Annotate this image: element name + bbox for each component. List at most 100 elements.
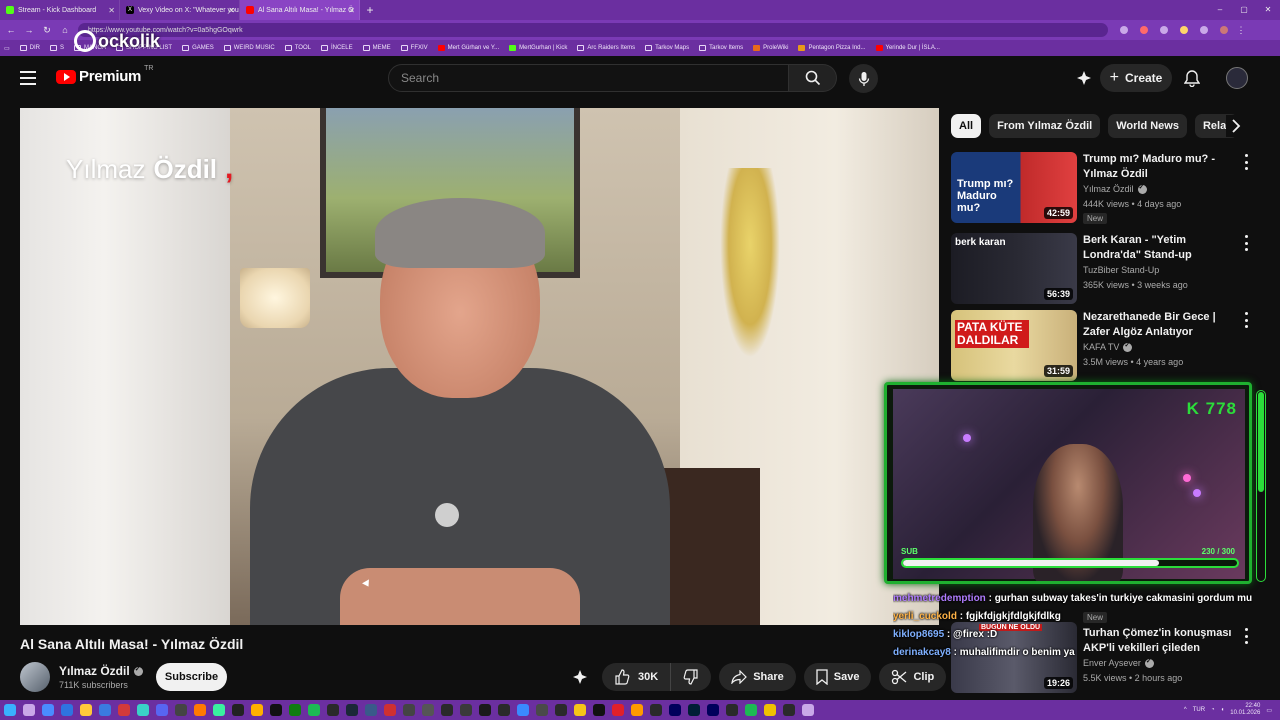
bookmark[interactable]: Pentagon Pizza Ind...	[798, 45, 866, 51]
app-icon[interactable]	[707, 704, 719, 716]
app-icon[interactable]	[441, 704, 453, 716]
folder-icon[interactable]	[80, 704, 92, 716]
browser-tab-kick[interactable]: Stream - Kick Dashboard ✕	[0, 0, 120, 20]
chevron-right-icon[interactable]	[1226, 115, 1246, 137]
app-icon[interactable]	[593, 704, 605, 716]
search-icon[interactable]	[23, 704, 35, 716]
channel-avatar[interactable]	[20, 662, 50, 692]
spotify-icon[interactable]	[308, 704, 320, 716]
app-icon[interactable]	[783, 704, 795, 716]
minimize-button[interactable]: –	[1208, 0, 1232, 20]
app-icon[interactable]	[232, 704, 244, 716]
bookmark[interactable]: Arc Raiders Items	[577, 45, 635, 51]
save-button[interactable]: Save	[803, 663, 872, 691]
create-button[interactable]: + Create	[1100, 64, 1172, 92]
app-icon[interactable]	[612, 704, 624, 716]
bookmark[interactable]: MertGurhan | Kick	[509, 45, 567, 51]
bookmark[interactable]: Yerinde Dur | İSLA...	[875, 45, 940, 51]
chip-from-channel[interactable]: From Yılmaz Özdil	[989, 114, 1101, 138]
bookmark[interactable]: TOOL	[284, 45, 311, 51]
app-icon[interactable]	[688, 704, 700, 716]
recommendation-item[interactable]: berk karan 56:39 Berk Karan - "Yetim Lon…	[951, 233, 1251, 305]
video-thumbnail[interactable]: berk karan 56:39	[951, 233, 1077, 304]
app-icon[interactable]	[175, 704, 187, 716]
menu-icon[interactable]: ⋮	[1236, 25, 1246, 36]
close-window-button[interactable]: ✕	[1256, 0, 1280, 20]
app-icon[interactable]	[384, 704, 396, 716]
app-icon[interactable]	[726, 704, 738, 716]
more-options-icon[interactable]	[1243, 312, 1249, 328]
search-input[interactable]	[401, 65, 771, 91]
bookmark[interactable]: MEME	[362, 45, 391, 51]
app-icon[interactable]	[555, 704, 567, 716]
app-icon[interactable]	[517, 704, 529, 716]
youtube-logo[interactable]: Premium TR	[56, 65, 153, 85]
more-options-icon[interactable]	[1243, 235, 1249, 251]
extension-icon[interactable]	[1140, 26, 1148, 34]
app-icon[interactable]	[327, 704, 339, 716]
maximize-button[interactable]: ▢	[1232, 0, 1256, 20]
xbox-icon[interactable]	[289, 704, 301, 716]
bookmark[interactable]: ProleWiki	[753, 45, 788, 51]
ask-button[interactable]	[566, 663, 594, 691]
recommendation-item[interactable]: Trump mı? Maduro mu? 42:59 Trump mı? Mad…	[951, 152, 1251, 224]
app-icon[interactable]	[745, 704, 757, 716]
browser-tab-youtube[interactable]: Al Sana Altılı Masa! - Yılmaz Ö ✕	[240, 0, 360, 20]
app-icon[interactable]	[479, 704, 491, 716]
chip-world-news[interactable]: World News	[1108, 114, 1187, 138]
dislike-button[interactable]	[671, 663, 711, 691]
account-avatar[interactable]	[1226, 67, 1248, 89]
like-button[interactable]: 30K	[602, 663, 672, 691]
subscribe-button[interactable]: Subscribe	[156, 663, 227, 691]
bookmark[interactable]: Mert Gürhan ve Y...	[437, 45, 499, 51]
notifications-icon[interactable]	[1182, 68, 1202, 88]
bookmark[interactable]: İNCELE	[320, 45, 353, 51]
bookmark[interactable]: Tarkov Maps	[645, 45, 689, 51]
app-icon[interactable]	[498, 704, 510, 716]
new-tab-button[interactable]: +	[360, 3, 380, 17]
close-tab-icon[interactable]: ✕	[228, 6, 235, 15]
browser-tab-x[interactable]: X Vexy Video on X: "Whatever you ✕	[120, 0, 240, 20]
channel-name[interactable]: Yılmaz Özdil	[59, 664, 143, 678]
apps-icon[interactable]: ▭	[4, 45, 10, 52]
notification-icon[interactable]: ▭	[1266, 707, 1272, 714]
windows-start-icon[interactable]	[4, 704, 16, 716]
search-button[interactable]	[789, 64, 837, 92]
chevron-up-icon[interactable]: ^	[1184, 707, 1187, 713]
recommendation-item[interactable]: PATA KÜTE DALDILAR 31:59 Nezarethanede B…	[951, 310, 1251, 382]
video-thumbnail[interactable]: Trump mı? Maduro mu? 42:59	[951, 152, 1077, 223]
bookmark[interactable]: FFXIV	[400, 45, 428, 51]
video-thumbnail[interactable]: PATA KÜTE DALDILAR 31:59	[951, 310, 1077, 381]
url-field[interactable]: https://www.youtube.com/watch?v=0a5hgGOq…	[78, 23, 1108, 37]
close-tab-icon[interactable]: ✕	[108, 6, 115, 15]
app-icon[interactable]	[118, 704, 130, 716]
bookmark[interactable]: S	[50, 45, 64, 51]
more-options-icon[interactable]	[1243, 154, 1249, 170]
extension-icon[interactable]	[1200, 26, 1208, 34]
app-icon[interactable]	[802, 704, 814, 716]
profile-icon[interactable]	[1220, 26, 1228, 34]
extension-icon[interactable]	[1160, 26, 1168, 34]
menu-icon[interactable]	[20, 71, 36, 85]
volume-icon[interactable]: ◖	[1221, 707, 1225, 713]
bookmark[interactable]: WEIRD MUSIC	[223, 45, 275, 51]
app-icon[interactable]	[270, 704, 282, 716]
chip-all[interactable]: All	[951, 114, 982, 138]
bookmark[interactable]: GAMES	[182, 45, 214, 51]
clip-button[interactable]: Clip	[879, 663, 947, 691]
clock[interactable]: 22:40 10.01.2026	[1230, 703, 1260, 717]
app-icon[interactable]	[574, 704, 586, 716]
language-indicator[interactable]: TUR	[1193, 707, 1205, 713]
video-player[interactable]: Yılmaz Özdil ,	[20, 108, 939, 625]
ask-ai-icon[interactable]	[1074, 68, 1094, 88]
steam-icon[interactable]	[346, 704, 358, 716]
app-icon[interactable]	[403, 704, 415, 716]
app-icon[interactable]	[251, 704, 263, 716]
app-icon[interactable]	[156, 704, 168, 716]
app-icon[interactable]	[194, 704, 206, 716]
app-icon[interactable]	[650, 704, 662, 716]
back-icon[interactable]: ←	[6, 25, 16, 35]
app-icon[interactable]	[631, 704, 643, 716]
app-icon[interactable]	[365, 704, 377, 716]
app-icon[interactable]	[669, 704, 681, 716]
